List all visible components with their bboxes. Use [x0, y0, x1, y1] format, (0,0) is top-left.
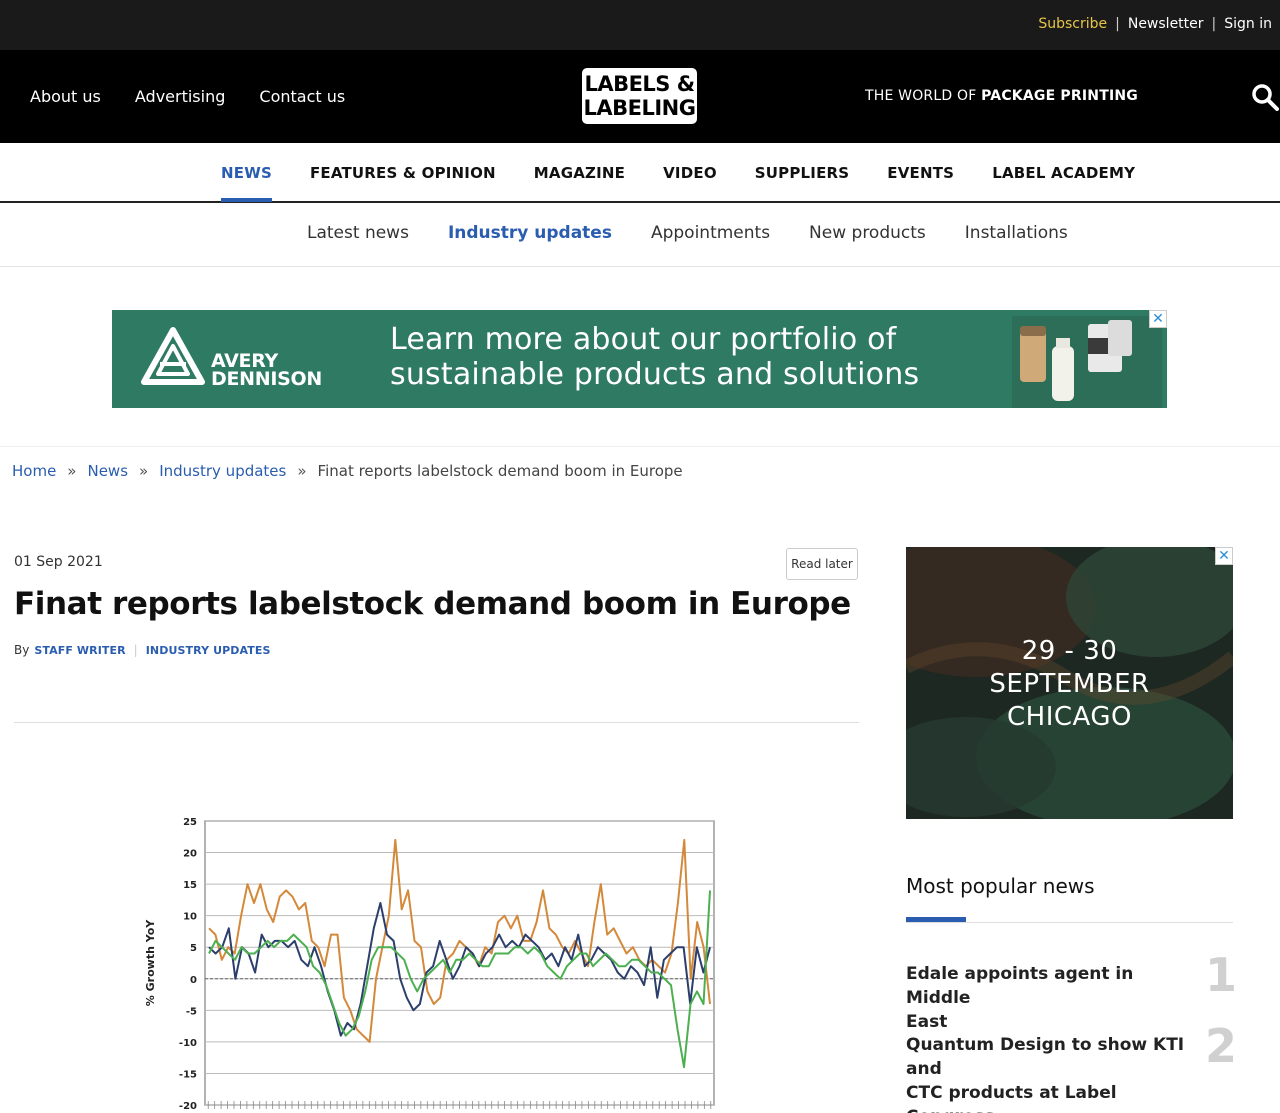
newsletter-link[interactable]: Newsletter: [1128, 16, 1204, 32]
advertising-link[interactable]: Advertising: [135, 87, 226, 106]
nav-suppliers[interactable]: SUPPLIERS: [755, 164, 850, 182]
contact-us-link[interactable]: Contact us: [259, 87, 345, 106]
event-date-range: 29 - 30: [1021, 636, 1118, 666]
most-popular-heading: Most popular news: [906, 874, 1095, 898]
popular-item-title-line: East: [906, 1012, 948, 1032]
utility-separator: |: [1211, 16, 1217, 32]
breadcrumb-news[interactable]: News: [87, 462, 128, 480]
popular-rank: 2: [1205, 1019, 1238, 1073]
breadcrumb: Home » News » Industry updates » Finat r…: [12, 462, 683, 480]
y-tick-label: -5: [186, 1006, 197, 1017]
event-ad-close-icon[interactable]: ✕: [1215, 547, 1233, 565]
ad-close-icon[interactable]: ✕: [1149, 310, 1167, 328]
subnav-appointments[interactable]: Appointments: [651, 223, 770, 243]
tagline-prefix: THE WORLD OF: [865, 88, 982, 104]
secondary-nav: Latest news Industry updates Appointment…: [0, 203, 1280, 267]
breadcrumb-current: Finat reports labelstock demand boom in …: [317, 462, 683, 480]
popular-item-title-line: Quantum Design to show KTI and: [906, 1035, 1185, 1079]
ad-brand: AVERY DENNISON: [211, 352, 322, 390]
most-popular-rule: [906, 922, 1233, 923]
site-logo[interactable]: LABELS & LABELING: [582, 68, 697, 124]
breadcrumb-separator: »: [67, 462, 77, 480]
category-link[interactable]: INDUSTRY UPDATES: [146, 644, 271, 657]
nav-events[interactable]: EVENTS: [887, 164, 954, 182]
utility-bar: Subscribe | Newsletter | Sign in: [0, 0, 1280, 50]
ad-brand-line-2: DENNISON: [211, 368, 322, 390]
event-dates: 29 - 30 SEPTEMBER CHICAGO: [906, 635, 1233, 734]
breadcrumb-home[interactable]: Home: [12, 462, 56, 480]
about-us-link[interactable]: About us: [30, 87, 101, 106]
y-tick-label: 5: [190, 943, 197, 954]
y-tick-label: 25: [183, 817, 197, 828]
utility-separator: |: [1115, 16, 1120, 32]
nav-features-opinion[interactable]: FEATURES & OPINION: [310, 164, 496, 182]
growth-line-chart: 25 20 15 10 5 0 -5 -10 -15 -20 % Growth YoY: [144, 817, 715, 1112]
subnav-latest-news[interactable]: Latest news: [307, 223, 409, 243]
header-nav: About us Advertising Contact us: [30, 87, 345, 106]
subnav-industry-updates[interactable]: Industry updates: [448, 223, 612, 243]
event-month: SEPTEMBER: [989, 669, 1150, 699]
site-tagline: THE WORLD OF PACKAGE PRINTING: [865, 88, 1138, 104]
event-city: CHICAGO: [1007, 702, 1132, 732]
popular-item-title-line: CTC products at Label Congress: [906, 1083, 1117, 1113]
logo-line-2: LABELING: [583, 96, 697, 120]
event-ad[interactable]: 29 - 30 SEPTEMBER CHICAGO: [906, 547, 1233, 819]
y-tick-label: -20: [179, 1101, 197, 1112]
y-tick-label: 15: [183, 880, 197, 891]
author-link[interactable]: STAFF WRITER: [34, 644, 125, 657]
nav-magazine[interactable]: MAGAZINE: [534, 164, 625, 182]
popular-item[interactable]: Edale appoints agent in Middle East: [906, 962, 1186, 1034]
popular-item[interactable]: Quantum Design to show KTI and CTC produ…: [906, 1033, 1186, 1113]
ad-products-image: [1012, 316, 1162, 408]
article-date: 01 Sep 2021: [14, 554, 103, 570]
y-axis-label: % Growth YoY: [144, 919, 157, 1006]
article-byline: By STAFF WRITER | INDUSTRY UPDATES: [14, 643, 271, 657]
y-tick-label: -10: [179, 1038, 197, 1049]
byline-divider: |: [133, 643, 138, 657]
y-tick-label: 20: [183, 849, 197, 860]
article-title: Finat reports labelstock demand boom in …: [14, 586, 851, 622]
plot-frame: [204, 820, 715, 1106]
y-tick-label: -15: [179, 1069, 197, 1080]
logo-line-1: LABELS &: [584, 72, 695, 96]
subscribe-link[interactable]: Subscribe: [1038, 16, 1107, 32]
nav-news[interactable]: NEWS: [221, 164, 272, 202]
subnav-installations[interactable]: Installations: [965, 223, 1068, 243]
subnav-new-products[interactable]: New products: [809, 223, 926, 243]
breadcrumb-bar: Home » News » Industry updates » Finat r…: [0, 446, 1280, 496]
ad-headline: Learn more about our portfolio of sustai…: [390, 322, 919, 392]
read-later-button[interactable]: Read later: [786, 548, 858, 580]
avery-dennison-logo-icon: [141, 327, 205, 385]
ad-headline-line-2: sustainable products and solutions: [390, 357, 920, 392]
nav-label-academy[interactable]: LABEL ACADEMY: [992, 164, 1135, 182]
popular-item-title-line: Edale appoints agent in Middle: [906, 964, 1134, 1008]
utility-links: Subscribe | Newsletter | Sign in: [1038, 16, 1272, 32]
sign-in-link[interactable]: Sign in: [1224, 16, 1272, 32]
site-header: About us Advertising Contact us LABELS &…: [0, 50, 1280, 143]
breadcrumb-separator: »: [297, 462, 307, 480]
ad-headline-line-1: Learn more about our portfolio of: [390, 322, 897, 357]
y-tick-label: 10: [183, 912, 197, 923]
most-popular-accent: [906, 917, 966, 922]
breadcrumb-separator: »: [139, 462, 149, 480]
search-icon[interactable]: [1251, 83, 1279, 111]
article-divider: [14, 722, 859, 723]
breadcrumb-industry-updates[interactable]: Industry updates: [159, 462, 286, 480]
tagline-bold: PACKAGE PRINTING: [981, 88, 1138, 104]
avery-dennison-ad[interactable]: AVERY DENNISON Learn more about our port…: [112, 310, 1167, 408]
primary-nav: NEWS FEATURES & OPINION MAGAZINE VIDEO S…: [0, 143, 1280, 203]
nav-video[interactable]: VIDEO: [663, 164, 717, 182]
y-tick-label: 0: [190, 975, 197, 986]
popular-rank: 1: [1205, 948, 1238, 1002]
byline-by: By: [14, 643, 30, 657]
